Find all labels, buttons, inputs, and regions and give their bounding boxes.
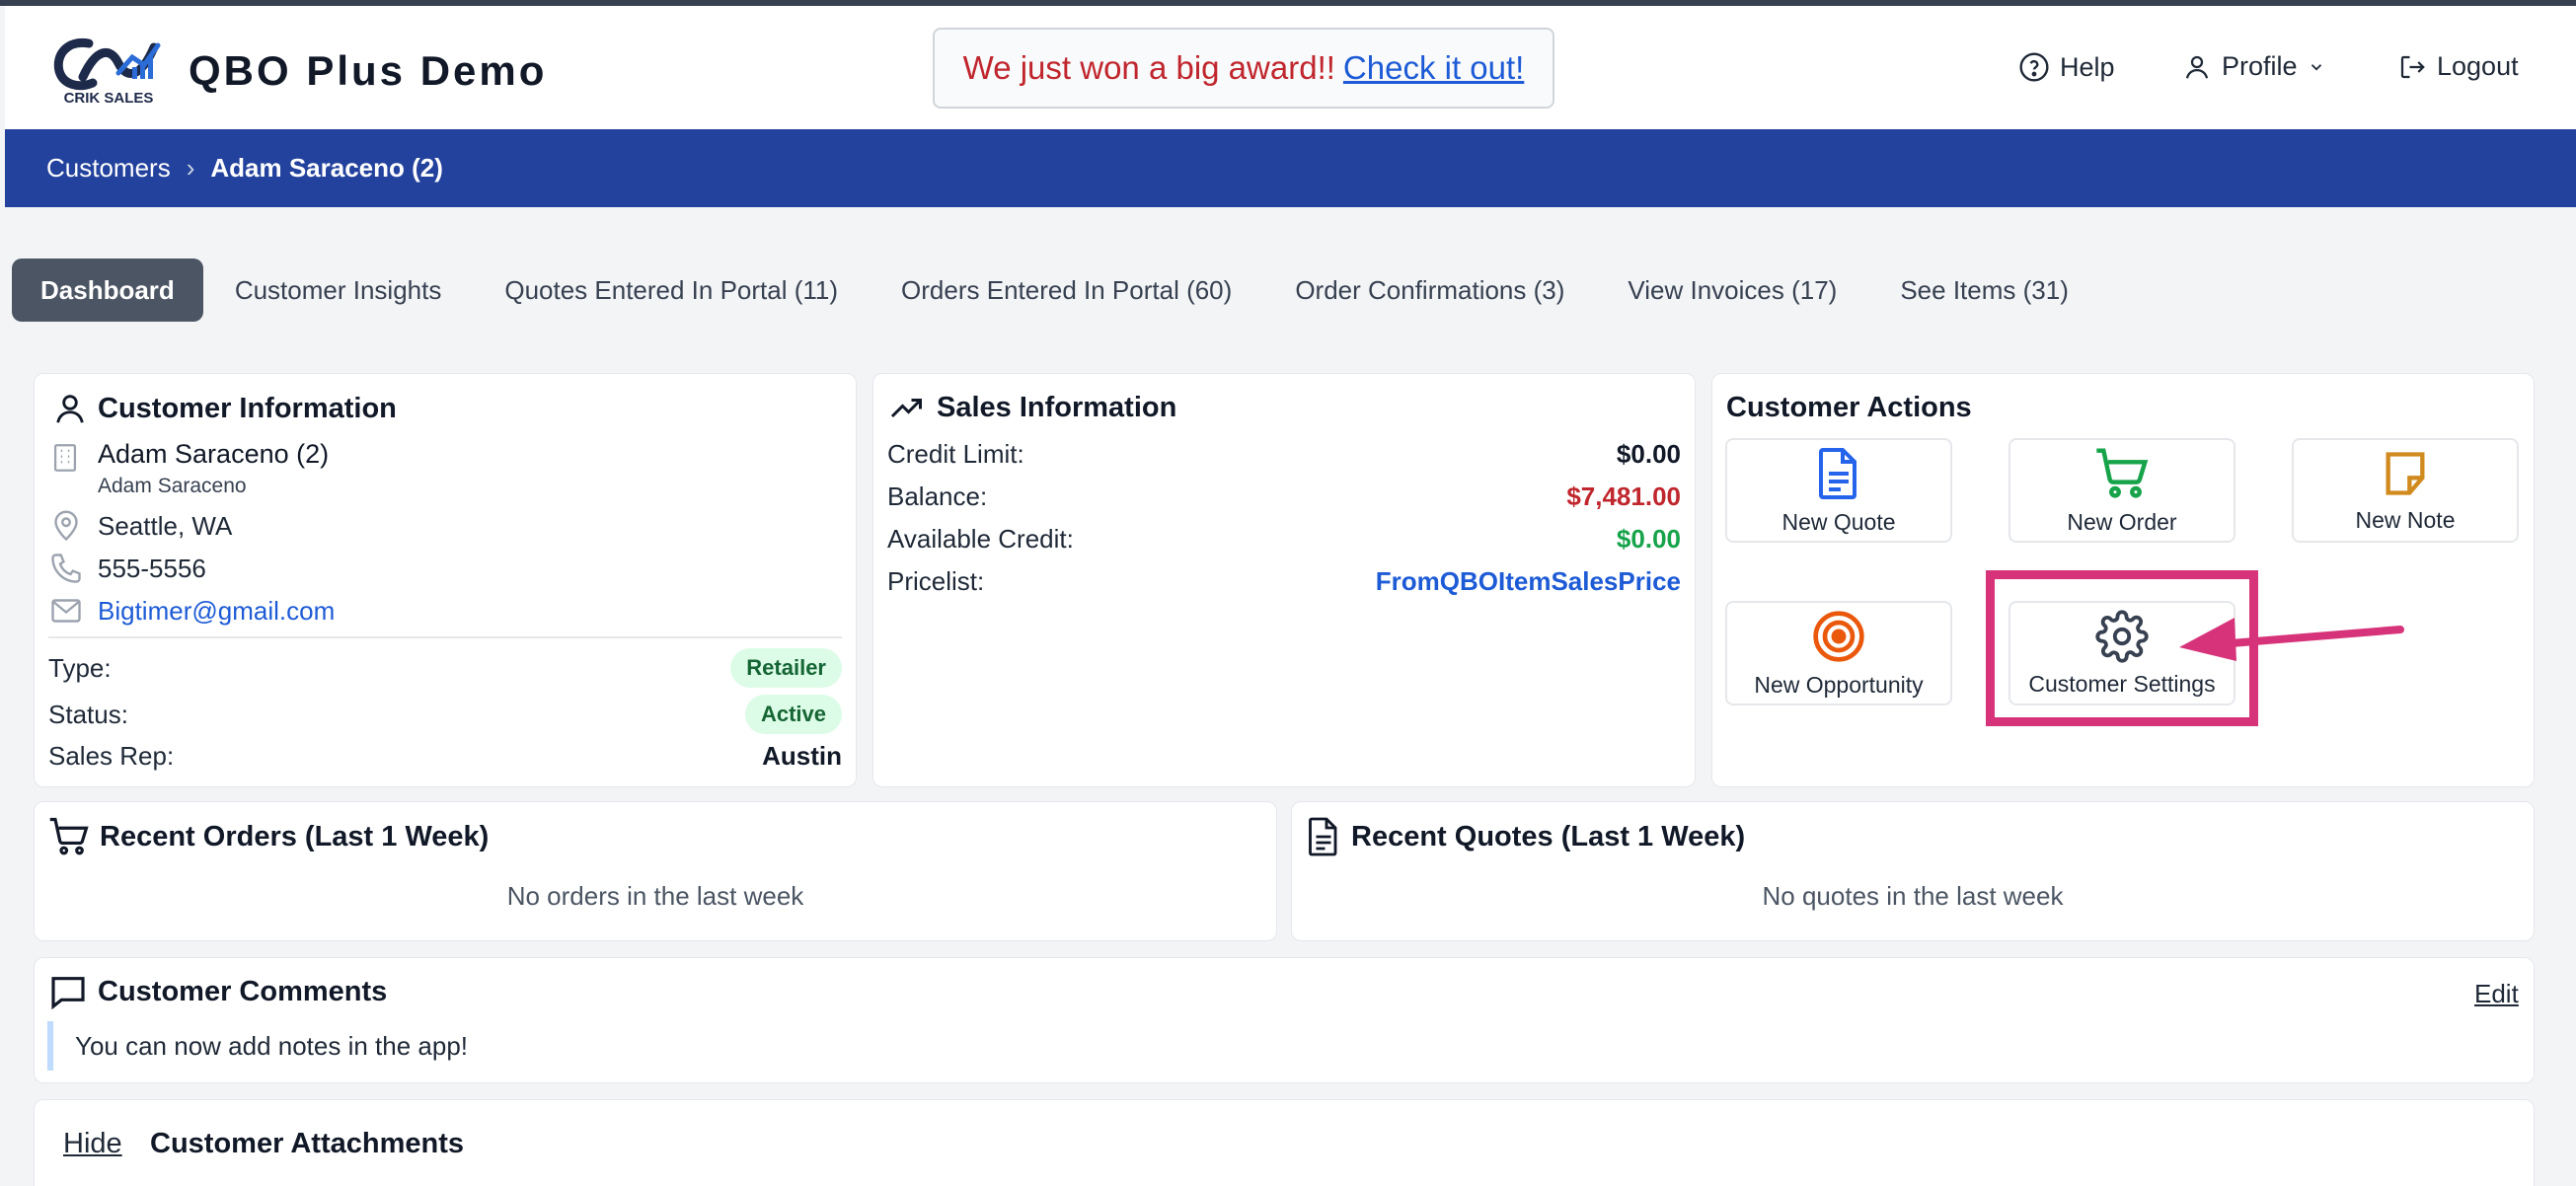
- pricelist-value[interactable]: FromQBOItemSalesPrice: [1376, 566, 1681, 597]
- user-icon: [2185, 55, 2209, 79]
- document-icon: [1819, 447, 1856, 499]
- comment-quote-bar: [47, 1021, 53, 1071]
- annotation-arrow: [2179, 618, 2404, 661]
- recent-orders-card: Recent Orders (Last 1 Week) No orders in…: [34, 801, 1277, 941]
- help-label: Help: [2060, 51, 2115, 82]
- note-icon: [2386, 451, 2425, 495]
- crik-sales-logo: CRIK SALES: [53, 37, 161, 107]
- help-link[interactable]: Help: [2018, 51, 2115, 83]
- tab-quotes[interactable]: Quotes Entered In Portal (11): [473, 259, 870, 322]
- user-icon: [56, 395, 84, 423]
- sales-rep-label: Sales Rep:: [48, 741, 175, 771]
- status-row: Status: Active: [35, 695, 856, 734]
- building-icon: [53, 444, 77, 472]
- phone-row: 555-5556: [48, 551, 206, 586]
- app-title: QBO Plus Demo: [189, 47, 548, 94]
- app-header: CRIK SALES QBO Plus Demo We just won a b…: [5, 6, 2576, 129]
- divider: [48, 636, 842, 638]
- new-opportunity-button[interactable]: New Opportunity: [1725, 601, 1952, 705]
- recent-quotes-empty: No quotes in the last week: [1762, 881, 2064, 911]
- tab-dashboard[interactable]: Dashboard: [12, 259, 203, 322]
- svg-text:CRIK SALES: CRIK SALES: [64, 90, 154, 107]
- status-badge: Active: [744, 695, 842, 734]
- new-order-button[interactable]: New Order: [2008, 438, 2235, 543]
- tab-orders[interactable]: Orders Entered In Portal (60): [870, 259, 1263, 322]
- comment-text: You can now add notes in the app!: [75, 1031, 469, 1061]
- trending-up-icon: [890, 399, 922, 418]
- logout-icon: [2400, 55, 2425, 78]
- sales-info-title: Sales Information: [887, 390, 1176, 425]
- comment-icon: [51, 977, 85, 1010]
- tab-items[interactable]: See Items (31): [1868, 259, 2100, 322]
- type-label: Type:: [48, 652, 112, 683]
- map-pin-icon: [54, 510, 78, 542]
- logout-label: Logout: [2437, 51, 2519, 81]
- new-quote-button[interactable]: New Quote: [1725, 438, 1952, 543]
- shopping-cart-icon: [49, 817, 89, 855]
- tab-bar: Dashboard Customer Insights Quotes Enter…: [12, 259, 2100, 322]
- customer-info-title: Customer Information: [52, 390, 397, 427]
- customer-attachments-title: Customer Attachments: [150, 1128, 464, 1159]
- credit-limit-value: $0.00: [1616, 439, 1681, 469]
- hide-attachments-link[interactable]: Hide: [63, 1128, 122, 1160]
- type-row: Type: Retailer: [35, 648, 856, 688]
- help-icon: [2019, 52, 2049, 82]
- customer-phone: 555-5556: [98, 553, 206, 583]
- tab-customer-insights[interactable]: Customer Insights: [203, 259, 474, 322]
- customer-name: Adam Saraceno (2): [98, 439, 330, 469]
- recent-quotes-card: Recent Quotes (Last 1 Week) No quotes in…: [1291, 801, 2535, 941]
- balance-label: Balance:: [887, 482, 988, 511]
- balance-row: Balance: $7,481.00: [873, 482, 1695, 512]
- customer-comments-card: Customer Comments: [34, 957, 2535, 1083]
- pricelist-row: Pricelist: FromQBOItemSalesPrice: [873, 566, 1695, 597]
- sales-info-card: Sales Information Credit Limit: $0.00 Ba…: [872, 373, 1696, 787]
- recent-orders-title: Recent Orders (Last 1 Week): [48, 816, 489, 857]
- available-credit-value: $0.00: [1616, 524, 1681, 554]
- tab-order-confirmations[interactable]: Order Confirmations (3): [1263, 259, 1596, 322]
- shopping-cart-icon: [2096, 447, 2149, 498]
- recent-orders-empty: No orders in the last week: [506, 881, 804, 911]
- chevron-down-icon: [2311, 63, 2321, 71]
- credit-limit-row: Credit Limit: $0.00: [873, 439, 1695, 470]
- available-credit-label: Available Credit:: [887, 524, 1074, 554]
- credit-limit-label: Credit Limit:: [887, 439, 1024, 469]
- profile-label: Profile: [2222, 51, 2298, 81]
- announcement-link[interactable]: Check it out!: [1343, 49, 1524, 87]
- tab-invoices[interactable]: View Invoices (17): [1596, 259, 1868, 322]
- announcement-banner: We just won a big award!! Check it out!: [933, 28, 1554, 109]
- customer-email[interactable]: Bigtimer@gmail.com: [98, 596, 335, 627]
- location-row: Seattle, WA: [48, 508, 232, 544]
- pricelist-label: Pricelist:: [887, 566, 985, 596]
- breadcrumb-separator: ›: [186, 153, 195, 183]
- customer-comments-title: Customer Comments: [48, 972, 387, 1011]
- profile-menu[interactable]: Profile: [2182, 51, 2325, 82]
- sales-rep-value: Austin: [762, 741, 842, 771]
- customer-actions-title: Customer Actions: [1726, 392, 1972, 423]
- mail-icon: [51, 599, 81, 623]
- customer-location: Seattle, WA: [98, 510, 233, 541]
- breadcrumb: Customers › Adam Saraceno (2): [5, 129, 2576, 207]
- type-badge: Retailer: [730, 648, 842, 688]
- available-credit-row: Available Credit: $0.00: [873, 524, 1695, 555]
- target-icon: [1813, 610, 1864, 662]
- breadcrumb-customers[interactable]: Customers: [46, 153, 171, 184]
- customer-info-card: Customer Information Adam Saraceno (2) A…: [34, 373, 857, 787]
- new-note-button[interactable]: New Note: [2292, 438, 2519, 543]
- announcement-message: We just won a big award!!: [962, 49, 1335, 86]
- customer-name-row: [48, 441, 82, 475]
- edit-comments-link[interactable]: Edit: [2474, 979, 2519, 1009]
- breadcrumb-current: Adam Saraceno (2): [210, 153, 443, 183]
- email-row: Bigtimer@gmail.com: [48, 593, 335, 629]
- recent-quotes-title: Recent Quotes (Last 1 Week): [1306, 816, 1745, 857]
- phone-icon: [51, 554, 81, 583]
- customer-contact: Adam Saraceno: [98, 475, 247, 497]
- balance-value: $7,481.00: [1566, 482, 1681, 511]
- document-icon: [1309, 817, 1337, 856]
- logout-link[interactable]: Logout: [2397, 51, 2519, 82]
- status-label: Status:: [48, 699, 128, 729]
- sales-rep-row: Sales Rep: Austin: [35, 741, 856, 772]
